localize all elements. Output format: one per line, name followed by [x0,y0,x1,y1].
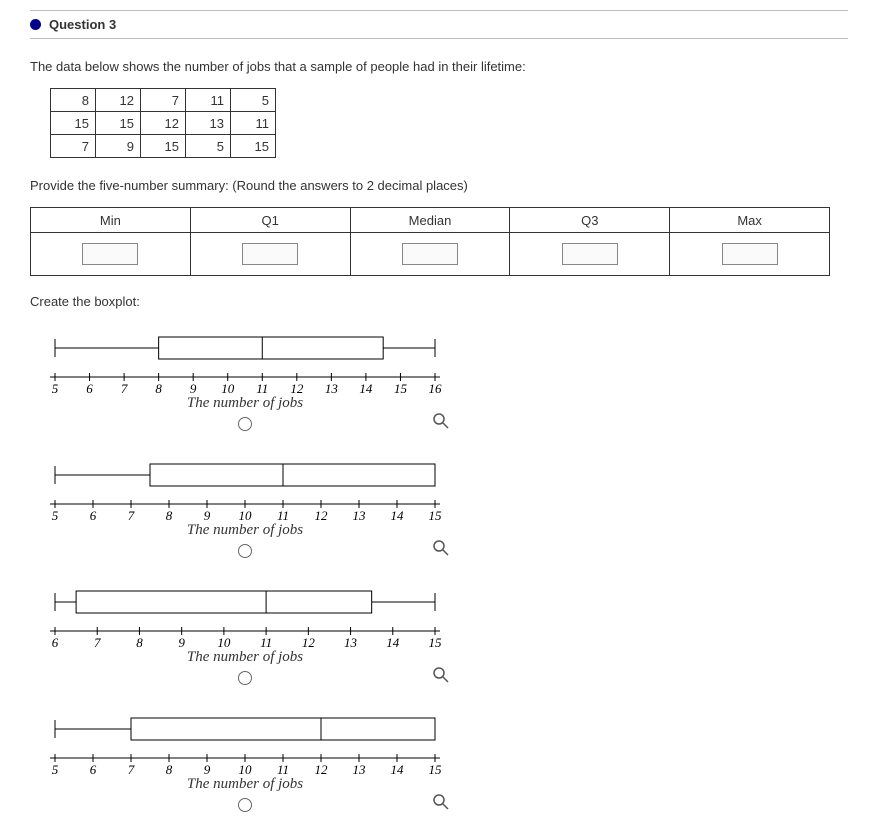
svg-text:6: 6 [90,762,97,777]
q3-input[interactable] [562,243,618,265]
question-title: Question 3 [49,17,116,32]
question-container: Question 3 The data below shows the numb… [30,10,848,817]
svg-text:14: 14 [359,381,373,396]
col-header-max: Max [670,208,830,233]
svg-text:7: 7 [128,508,135,523]
boxplot-radio-3[interactable] [238,671,252,685]
svg-text:8: 8 [155,381,162,396]
boxplot-choice-1: 5 6 7 8 9 10 11 12 13 14 15 16 The number of jobs [30,327,460,436]
svg-text:12: 12 [315,762,329,777]
svg-text:10: 10 [217,635,231,650]
axis-label: The number of jobs [187,522,303,539]
axis-label: The number of jobs [187,776,303,793]
svg-text:8: 8 [166,762,173,777]
boxplot-option-4: 5 6 7 8 9 10 11 12 13 14 15 [35,708,455,778]
question-header: Question 3 [30,10,848,39]
boxplot-option-2: 5 6 7 8 9 10 11 12 13 14 15 [35,454,455,524]
svg-text:9: 9 [190,381,197,396]
question-prompt: The data below shows the number of jobs … [30,59,848,74]
svg-text:15: 15 [429,635,443,650]
boxplot-choice-4: 5 6 7 8 9 10 11 12 13 14 15 The number of jobs [30,708,460,817]
q1-input[interactable] [242,243,298,265]
boxplot-choice-2: 5 6 7 8 9 10 11 12 13 14 15 The number of jobs [30,454,460,563]
svg-text:10: 10 [221,381,235,396]
svg-text:11: 11 [277,508,289,523]
svg-text:15: 15 [429,762,443,777]
min-input[interactable] [82,243,138,265]
svg-text:12: 12 [290,381,304,396]
svg-text:6: 6 [90,508,97,523]
svg-text:10: 10 [239,508,253,523]
axis-label: The number of jobs [187,395,303,412]
boxplot-radio-1[interactable] [238,417,252,431]
svg-text:14: 14 [391,508,405,523]
boxplot-option-3: 6 7 8 9 10 11 12 13 14 15 [35,581,455,651]
svg-text:5: 5 [52,762,59,777]
svg-text:12: 12 [315,508,329,523]
col-header-median: Median [350,208,510,233]
col-header-q1: Q1 [190,208,350,233]
svg-text:15: 15 [429,508,443,523]
svg-text:5: 5 [52,381,59,396]
col-header-q3: Q3 [510,208,670,233]
table-row: 7 9 15 5 15 [51,135,276,158]
svg-text:9: 9 [204,762,211,777]
axis-label: The number of jobs [187,649,303,666]
five-number-summary-table: Min Q1 Median Q3 Max [30,207,830,276]
svg-text:13: 13 [353,508,367,523]
svg-text:7: 7 [121,381,128,396]
data-table: 8 12 7 11 5 15 15 12 13 11 7 9 15 5 15 [50,88,276,158]
svg-text:14: 14 [386,635,400,650]
svg-text:13: 13 [325,381,339,396]
svg-text:11: 11 [260,635,272,650]
svg-text:9: 9 [204,508,211,523]
boxplot-option-1: 5 6 7 8 9 10 11 12 13 14 15 16 [35,327,455,397]
svg-text:10: 10 [239,762,253,777]
svg-text:5: 5 [52,508,59,523]
svg-text:13: 13 [344,635,358,650]
table-row: 15 15 12 13 11 [51,112,276,135]
boxplot-radio-4[interactable] [238,798,252,812]
svg-text:15: 15 [394,381,408,396]
zoom-icon[interactable] [432,666,450,684]
svg-text:13: 13 [353,762,367,777]
boxplot-prompt: Create the boxplot: [30,294,848,309]
svg-text:11: 11 [277,762,289,777]
zoom-icon[interactable] [432,412,450,430]
col-header-min: Min [31,208,191,233]
svg-text:6: 6 [86,381,93,396]
svg-text:14: 14 [391,762,405,777]
svg-text:6: 6 [52,635,59,650]
status-bullet-icon [30,19,41,30]
svg-text:7: 7 [128,762,135,777]
zoom-icon[interactable] [432,793,450,811]
median-input[interactable] [402,243,458,265]
boxplot-radio-2[interactable] [238,544,252,558]
table-row: 8 12 7 11 5 [51,89,276,112]
max-input[interactable] [722,243,778,265]
zoom-icon[interactable] [432,539,450,557]
summary-prompt: Provide the five-number summary: (Round … [30,178,848,193]
svg-text:11: 11 [256,381,268,396]
svg-text:9: 9 [178,635,185,650]
boxplot-choice-3: 6 7 8 9 10 11 12 13 14 15 The number of jobs [30,581,460,690]
svg-text:8: 8 [166,508,173,523]
svg-text:8: 8 [136,635,143,650]
svg-text:12: 12 [302,635,316,650]
svg-text:16: 16 [429,381,443,396]
svg-text:7: 7 [94,635,101,650]
